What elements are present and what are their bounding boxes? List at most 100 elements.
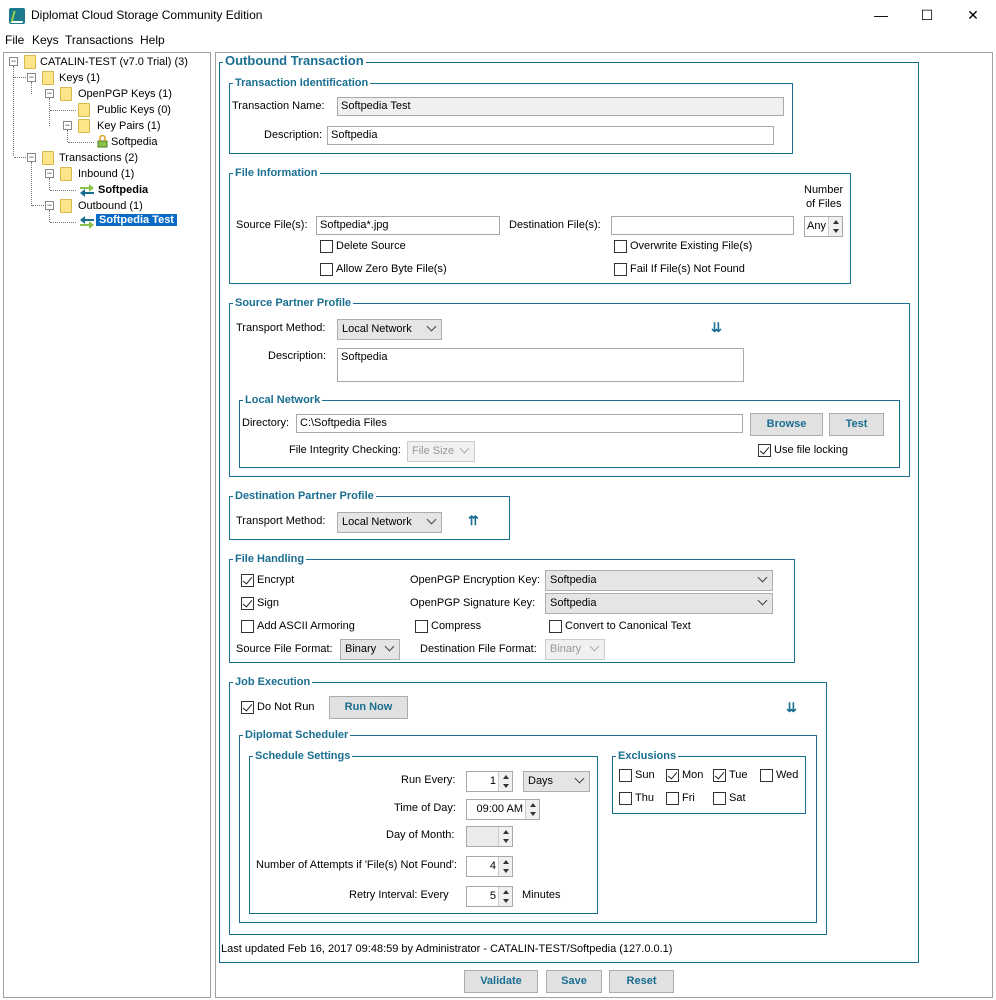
tree-item-transactions[interactable]: Transactions (2) <box>59 152 138 164</box>
tree-item-outbound-softpedia-test[interactable]: Softpedia Test <box>96 214 177 226</box>
destination-files-field[interactable] <box>611 216 794 235</box>
exclude-tue-checkbox[interactable] <box>713 769 726 782</box>
chevron-down-icon <box>757 595 768 606</box>
spinner-arrows-icon[interactable] <box>828 217 842 236</box>
tree-item-root[interactable]: CATALIN-TEST (v7.0 Trial) (3) <box>40 56 188 68</box>
time-of-day-label: Time of Day: <box>394 802 456 814</box>
tree-collapse-toggle[interactable]: − <box>27 73 36 82</box>
exclude-thu-checkbox[interactable] <box>619 792 632 805</box>
tree-item-openpgp-keys[interactable]: OpenPGP Keys (1) <box>78 88 172 100</box>
use-file-locking-checkbox[interactable] <box>758 444 771 457</box>
diplomat-scheduler-group: Diplomat Scheduler Schedule Settings Run… <box>239 728 817 923</box>
menu-help[interactable]: Help <box>140 33 165 47</box>
tree-collapse-toggle[interactable]: − <box>45 89 54 98</box>
tree-collapse-toggle[interactable]: − <box>45 201 54 210</box>
description-field[interactable]: Softpedia <box>327 126 774 145</box>
day-of-month-spinner[interactable] <box>466 826 513 847</box>
time-of-day-value: 09:00 AM <box>476 803 523 815</box>
retry-interval-spinner[interactable]: 5 <box>466 886 513 907</box>
tree-collapse-toggle[interactable]: − <box>45 169 54 178</box>
source-format-select[interactable]: Binary <box>340 639 400 660</box>
test-button[interactable]: Test <box>829 413 884 436</box>
time-of-day-spinner[interactable]: 09:00 AM <box>466 799 540 820</box>
allow-zero-byte-checkbox[interactable] <box>320 263 333 276</box>
group-title: Transaction Identification <box>233 76 371 90</box>
encrypt-checkbox[interactable] <box>241 574 254 587</box>
outbound-transaction-group: Outbound Transaction Transaction Identif… <box>219 54 919 963</box>
maximize-button[interactable]: ☐ <box>904 0 950 31</box>
folder-icon <box>78 103 90 117</box>
tree-item-outbound[interactable]: Outbound (1) <box>78 200 143 212</box>
attempts-spinner[interactable]: 4 <box>466 856 513 877</box>
sign-checkbox[interactable] <box>241 597 254 610</box>
ascii-armoring-checkbox[interactable] <box>241 620 254 633</box>
tree-item-key-pairs[interactable]: Key Pairs (1) <box>97 120 161 132</box>
menu-keys[interactable]: Keys <box>32 33 59 47</box>
source-description-field[interactable]: Softpedia <box>337 348 744 382</box>
exclude-sun-checkbox[interactable] <box>619 769 632 782</box>
exclude-sat-checkbox[interactable] <box>713 792 726 805</box>
tree-item-keys[interactable]: Keys (1) <box>59 72 100 84</box>
directory-field[interactable]: C:\Softpedia Files <box>296 414 743 433</box>
tree-collapse-toggle[interactable]: − <box>27 153 36 162</box>
menu-transactions[interactable]: Transactions <box>65 33 133 47</box>
compress-checkbox[interactable] <box>415 620 428 633</box>
tree-item-key-softpedia[interactable]: Softpedia <box>111 136 157 148</box>
title-bar: Diplomat Cloud Storage Community Edition… <box>0 0 996 31</box>
source-transport-method-select[interactable]: Local Network <box>337 319 442 340</box>
tree-collapse-toggle[interactable]: − <box>9 57 18 66</box>
save-button[interactable]: Save <box>546 970 602 993</box>
spinner-arrows-icon[interactable] <box>498 772 512 791</box>
transaction-panel: Outbound Transaction Transaction Identif… <box>215 52 993 998</box>
tree-item-inbound[interactable]: Inbound (1) <box>78 168 134 180</box>
file-integrity-select[interactable]: File Size <box>407 441 475 462</box>
exclude-mon-checkbox[interactable] <box>666 769 679 782</box>
retry-interval-label: Retry Interval: Every <box>349 889 449 901</box>
destination-format-select[interactable]: Binary <box>545 639 605 660</box>
number-of-files-label-1: Number <box>804 184 844 196</box>
minimize-button[interactable]: — <box>858 0 904 31</box>
delete-source-checkbox[interactable] <box>320 240 333 253</box>
run-every-label: Run Every: <box>401 774 456 786</box>
tree-item-inbound-softpedia[interactable]: Softpedia <box>98 184 148 196</box>
encryption-key-select[interactable]: Softpedia <box>545 570 773 591</box>
menu-file[interactable]: File <box>5 33 24 47</box>
spinner-arrows-icon[interactable] <box>498 827 512 846</box>
description-label: Description: <box>264 129 323 141</box>
exclude-wed-checkbox[interactable] <box>760 769 773 782</box>
validate-button[interactable]: Validate <box>464 970 538 993</box>
overwrite-existing-checkbox[interactable] <box>614 240 627 253</box>
do-not-run-label: Do Not Run <box>257 701 315 713</box>
last-updated-status: Last updated Feb 16, 2017 09:48:59 by Ad… <box>221 943 673 955</box>
reset-button[interactable]: Reset <box>609 970 674 993</box>
allow-zero-byte-label: Allow Zero Byte File(s) <box>336 263 447 275</box>
expand-up-icon[interactable]: ⇈ <box>468 514 484 528</box>
encryption-key-value: Softpedia <box>550 574 597 586</box>
source-files-field[interactable]: Softpedia*.jpg <box>316 216 500 235</box>
tree-connector <box>14 77 26 78</box>
canonical-text-checkbox[interactable] <box>549 620 562 633</box>
tree-connector <box>50 222 76 223</box>
do-not-run-checkbox[interactable] <box>241 701 254 714</box>
group-title: Destination Partner Profile <box>233 489 376 503</box>
number-of-files-spinner[interactable]: Any <box>804 216 843 237</box>
dest-transport-method-select[interactable]: Local Network <box>337 512 442 533</box>
run-every-spinner[interactable]: 1 <box>466 771 513 792</box>
collapse-down-icon[interactable]: ⇊ <box>711 321 727 335</box>
close-button[interactable]: ✕ <box>950 0 996 31</box>
browse-button[interactable]: Browse <box>750 413 823 436</box>
tree-item-public-keys[interactable]: Public Keys (0) <box>97 104 171 116</box>
run-every-unit-select[interactable]: Days <box>523 771 590 792</box>
spinner-arrows-icon[interactable] <box>498 887 512 906</box>
transaction-name-field[interactable]: Softpedia Test <box>337 97 784 116</box>
exclude-fri-checkbox[interactable] <box>666 792 679 805</box>
fail-if-not-found-checkbox[interactable] <box>614 263 627 276</box>
collapse-down-icon[interactable]: ⇊ <box>786 701 802 715</box>
tree-collapse-toggle[interactable]: − <box>63 121 72 130</box>
run-now-button[interactable]: Run Now <box>329 696 408 719</box>
spinner-arrows-icon[interactable] <box>498 857 512 876</box>
local-network-group: Local Network Directory: C:\Softpedia Fi… <box>239 393 900 468</box>
chevron-down-icon <box>426 321 437 332</box>
spinner-arrows-icon[interactable] <box>525 800 539 819</box>
signature-key-select[interactable]: Softpedia <box>545 593 773 614</box>
